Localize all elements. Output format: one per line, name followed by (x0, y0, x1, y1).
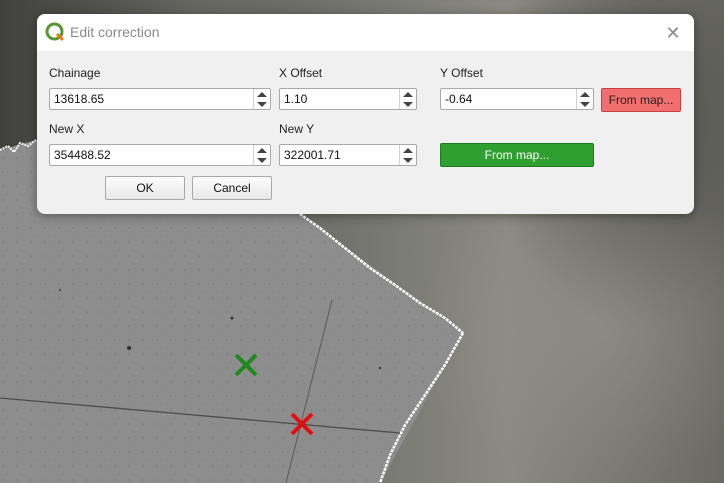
new-x-spinbox[interactable] (49, 144, 271, 166)
y-offset-stepper[interactable] (576, 89, 593, 109)
new-y-label: New Y (279, 122, 315, 136)
ok-button[interactable]: OK (105, 176, 185, 200)
spin-up-icon[interactable] (400, 145, 416, 155)
spin-up-icon[interactable] (400, 89, 416, 99)
cancel-button[interactable]: Cancel (192, 176, 272, 200)
spin-down-icon[interactable] (577, 99, 593, 109)
spin-down-icon[interactable] (254, 99, 270, 109)
edit-correction-dialog: Edit correction ✕ Chainage X Offset Y Of… (37, 14, 694, 214)
close-icon[interactable]: ✕ (662, 22, 684, 44)
x-offset-label: X Offset (279, 66, 323, 80)
new-y-spinbox[interactable] (279, 144, 417, 166)
spin-up-icon[interactable] (254, 145, 270, 155)
new-y-stepper[interactable] (399, 145, 416, 165)
spin-up-icon[interactable] (254, 89, 270, 99)
y-offset-spinbox[interactable] (440, 88, 594, 110)
qgis-logo-icon (45, 22, 65, 42)
spin-down-icon[interactable] (254, 155, 270, 165)
chainage-stepper[interactable] (253, 89, 270, 109)
new-y-input[interactable] (280, 145, 400, 165)
chainage-label: Chainage (49, 66, 101, 80)
y-offset-label: Y Offset (440, 66, 483, 80)
chainage-spinbox[interactable] (49, 88, 271, 110)
new-x-stepper[interactable] (253, 145, 270, 165)
x-offset-input[interactable] (280, 89, 400, 109)
y-offset-input[interactable] (441, 89, 577, 109)
new-x-input[interactable] (50, 145, 254, 165)
x-offset-spinbox[interactable] (279, 88, 417, 110)
from-map-new-button[interactable]: From map... (440, 143, 594, 167)
spin-down-icon[interactable] (400, 155, 416, 165)
x-offset-stepper[interactable] (399, 89, 416, 109)
dialog-title: Edit correction (70, 24, 160, 40)
new-x-label: New X (49, 122, 85, 136)
spin-down-icon[interactable] (400, 99, 416, 109)
chainage-input[interactable] (50, 89, 254, 109)
from-map-offset-button[interactable]: From map... (601, 88, 681, 112)
spin-up-icon[interactable] (577, 89, 593, 99)
dialog-titlebar[interactable]: Edit correction ✕ (37, 14, 694, 51)
